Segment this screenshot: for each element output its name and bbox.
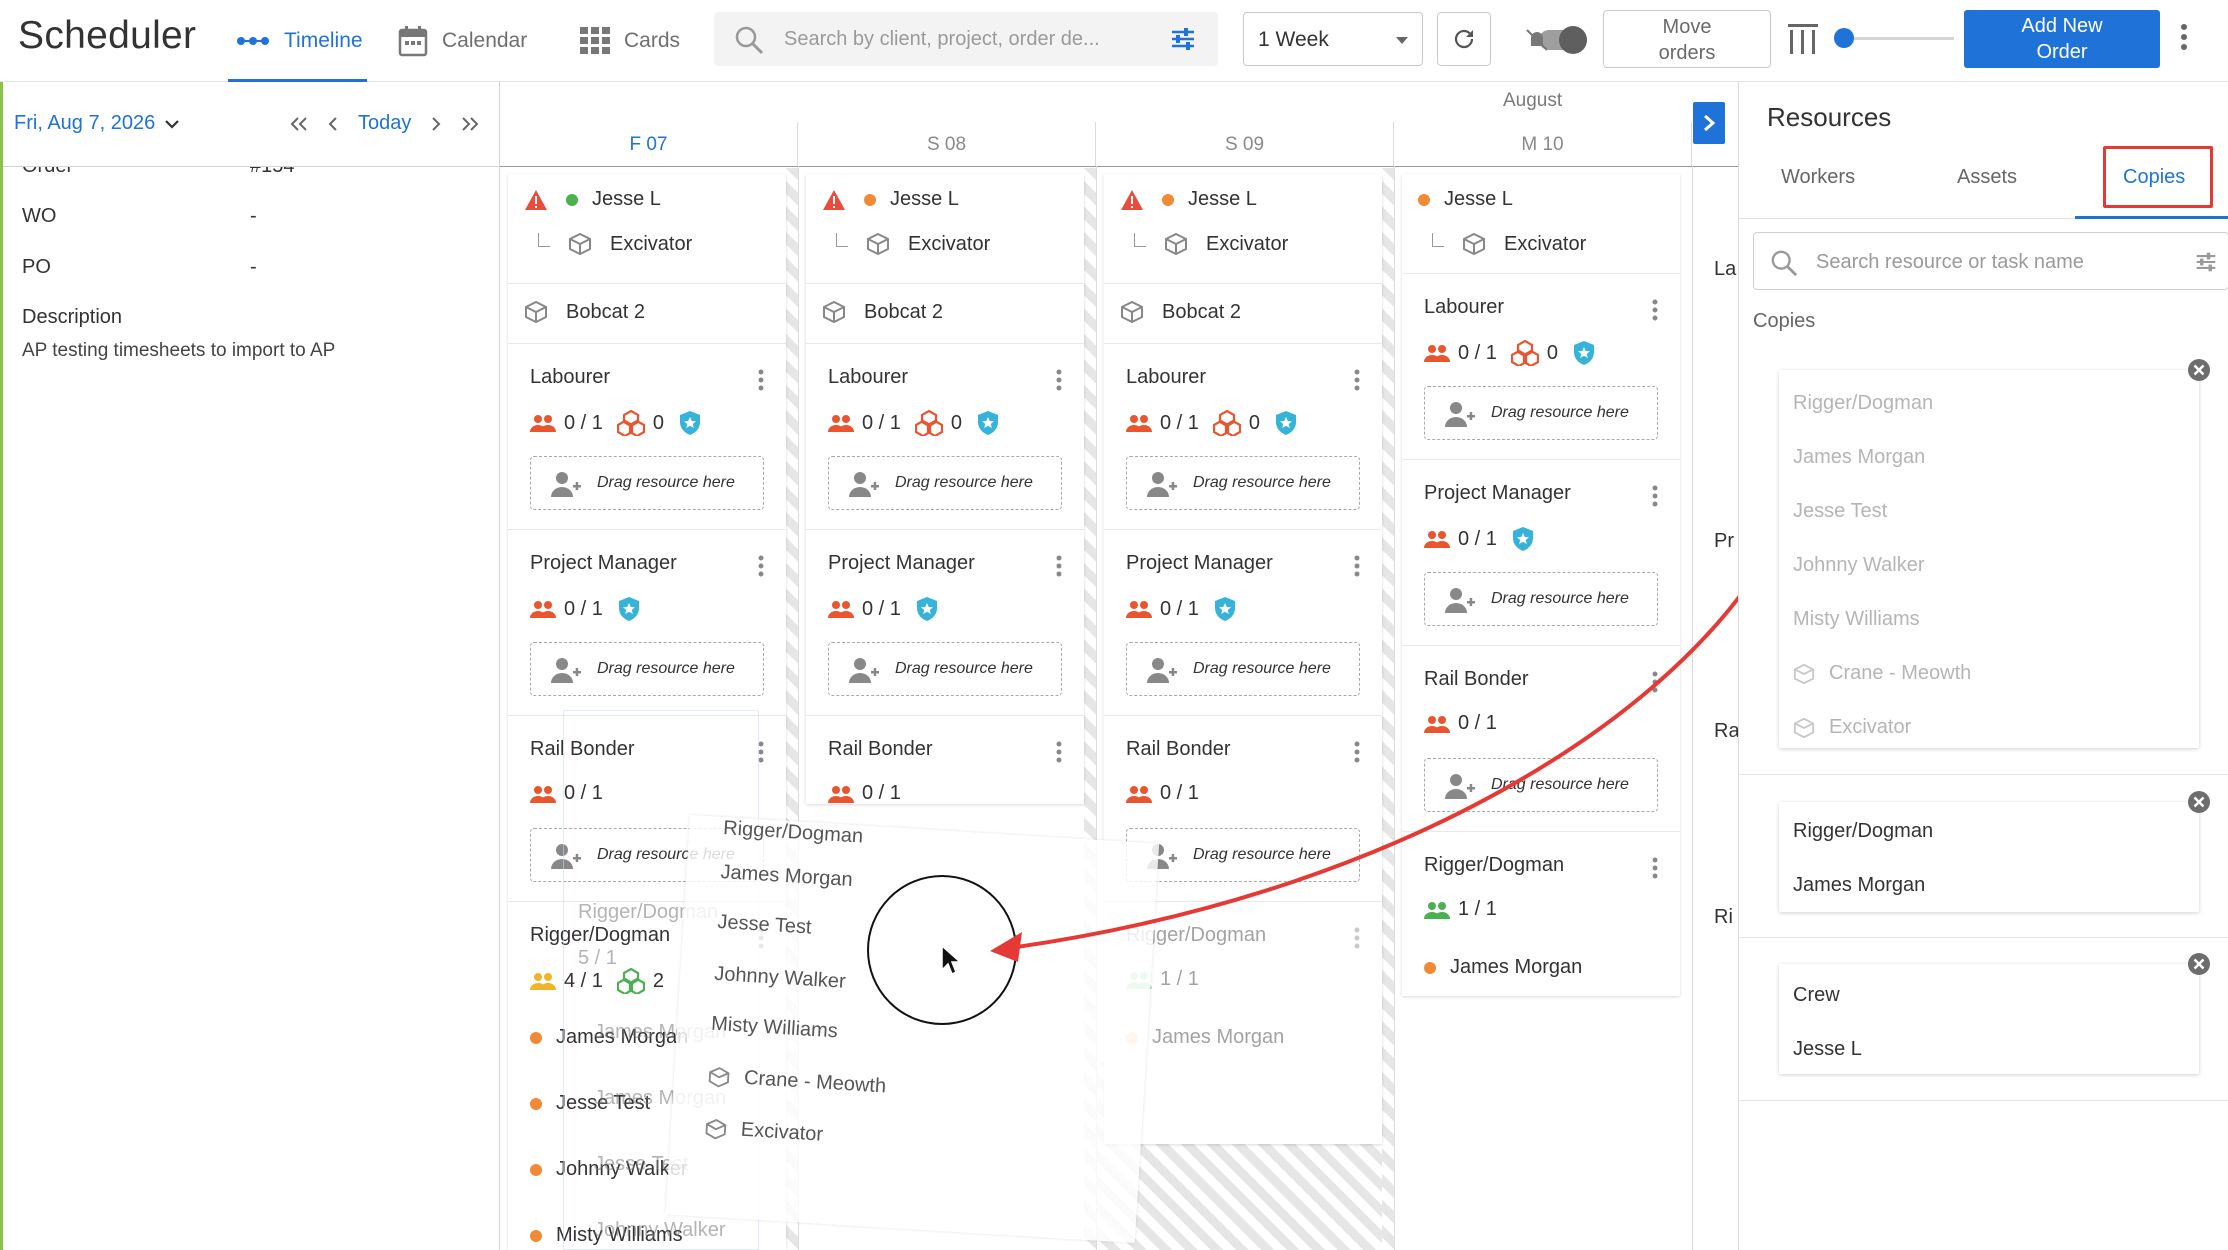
copy-item: Jesse L	[1793, 1038, 1862, 1060]
copy-item: Crew	[1793, 984, 1840, 1006]
copy-item: Misty Williams	[1793, 608, 1920, 630]
copy-card[interactable]: Rigger/Dogman James Morgan	[1779, 802, 2199, 912]
resource-search	[1753, 232, 2228, 290]
close-icon[interactable]	[2187, 358, 2211, 382]
annotation-highlight-box	[2103, 146, 2213, 208]
active-tab-indicator	[2075, 216, 2228, 219]
divider	[1739, 937, 2228, 938]
copy-item: Rigger/Dogman	[1793, 392, 1934, 414]
close-icon[interactable]	[2187, 952, 2211, 976]
close-icon[interactable]	[2187, 790, 2211, 814]
cube-icon	[1793, 663, 1815, 684]
tab-assets[interactable]: Assets	[1957, 166, 2017, 189]
copy-asset: Excivator	[1793, 716, 1911, 739]
resource-search-input[interactable]	[1816, 246, 2176, 278]
copy-item: Crane - Meowth	[1829, 662, 1972, 684]
copy-item: Jesse Test	[1793, 500, 1888, 522]
cube-icon	[1793, 717, 1815, 738]
copy-card[interactable]: Rigger/Dogman James Morgan Jesse Test Jo…	[1779, 370, 2199, 748]
copy-item: James Morgan	[1793, 874, 1926, 896]
divider	[1739, 1100, 2228, 1101]
filter-tune-icon[interactable]	[2194, 251, 2218, 273]
copy-card[interactable]: Crew Jesse L	[1779, 964, 2199, 1074]
resources-title: Resources	[1767, 102, 1892, 132]
tab-workers[interactable]: Workers	[1781, 166, 1855, 189]
copies-section-label: Copies	[1753, 310, 1816, 332]
copy-asset: Crane - Meowth	[1793, 662, 1971, 685]
divider	[1739, 774, 2228, 775]
resources-panel: Resources Workers Assets Copies Copies R…	[1738, 82, 2228, 1250]
copy-item: James Morgan	[1793, 446, 1926, 468]
copy-item: Rigger/Dogman	[1793, 820, 1934, 842]
copy-item: Johnny Walker	[1793, 554, 1925, 576]
search-icon	[1771, 250, 1798, 277]
copy-item: Excivator	[1829, 716, 1912, 738]
